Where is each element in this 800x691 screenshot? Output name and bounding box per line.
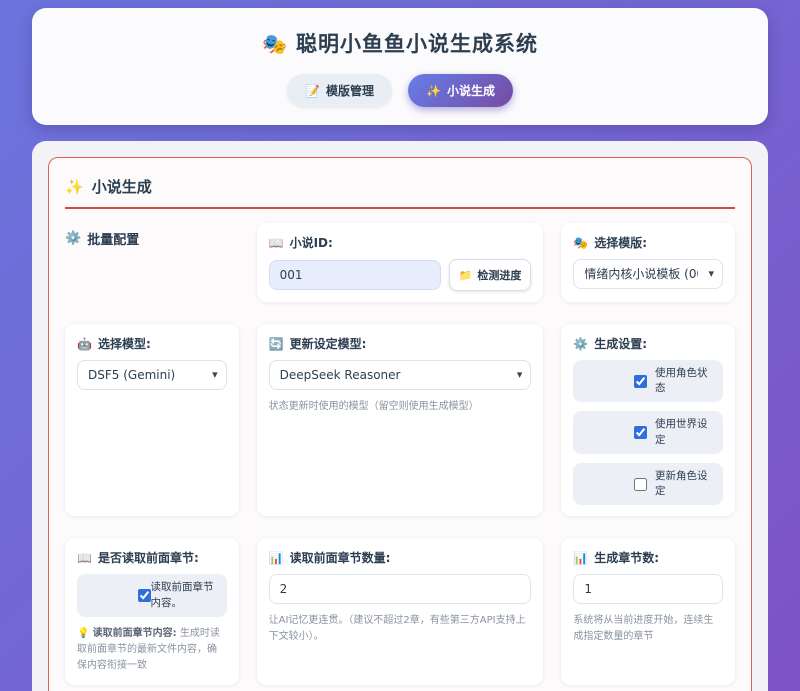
template-select-label: 🎭 选择模版: — [573, 234, 723, 251]
batch-config-heading-cell: ⚙️ 批量配置 — [65, 223, 239, 302]
previous-count-box: 📊 读取前面章节数量: 让AI记忆更连贯。（建议不超过2章，有些第三方API支持… — [257, 538, 544, 684]
template-select-wrap: 情绪内核小说模板 (002) ▾ — [573, 259, 723, 289]
novel-id-box: 📖 小说ID: 📁 检测进度 — [257, 223, 544, 302]
model-select-label-text: 选择模型: — [98, 335, 151, 352]
tab-template-label: 模版管理 — [326, 82, 374, 99]
novel-id-row: 📁 检测进度 — [269, 259, 532, 291]
use-character-status-row: 使用角色状态 — [573, 360, 723, 402]
memo-icon: 📝 — [305, 84, 320, 98]
robot-icon: 🤖 — [77, 337, 92, 351]
batch-config-heading: ⚙️ 批量配置 — [65, 223, 239, 248]
config-grid: ⚙️ 批量配置 📖 小说ID: 📁 检测进度 — [65, 223, 735, 685]
page: 🎭 聪明小鱼鱼小说生成系统 📝 模版管理 ✨ 小说生成 ✨ 小说生成 — [0, 0, 800, 691]
use-world-setting-checkbox[interactable] — [634, 426, 647, 439]
check-progress-label: 检测进度 — [477, 267, 521, 283]
main-tabs: 📝 模版管理 ✨ 小说生成 — [52, 74, 748, 107]
masks-icon: 🎭 — [262, 32, 288, 56]
read-previous-box: 📖 是否读取前面章节: 读取前面章节内容。 💡 读取前面章节内容: 生成时读取前… — [65, 538, 239, 684]
template-select-box: 🎭 选择模版: 情绪内核小说模板 (002) ▾ — [561, 223, 735, 302]
tab-novel-generation[interactable]: ✨ 小说生成 — [408, 74, 513, 107]
update-model-box: 🔄 更新设定模型: DeepSeek Reasoner ▾ 状态更新时使用的模型… — [257, 324, 544, 516]
novel-id-input[interactable] — [269, 260, 441, 290]
model-select-box: 🤖 选择模型: DSF5 (Gemini) ▾ — [65, 324, 239, 516]
previous-count-label-text: 读取前面章节数量: — [290, 549, 391, 566]
content-area: ✨ 小说生成 ⚙️ 批量配置 📖 小说ID: — [32, 141, 768, 691]
sparkles-icon: ✨ — [65, 178, 84, 196]
gear-icon: ⚙️ — [65, 231, 81, 246]
update-model-select-wrap: DeepSeek Reasoner ▾ — [269, 360, 532, 390]
use-character-status-label: 使用角色状态 — [655, 366, 713, 396]
template-select-label-text: 选择模版: — [594, 234, 647, 251]
previous-count-input[interactable] — [269, 574, 532, 604]
lightbulb-icon: 💡 — [77, 628, 89, 639]
tab-template-management[interactable]: 📝 模版管理 — [287, 74, 392, 107]
generation-settings-label-text: 生成设置: — [594, 335, 647, 352]
generation-settings-label: ⚙️ 生成设置: — [573, 335, 723, 352]
chapter-count-hint: 系统将从当前进度开始，连续生成指定数量的章节 — [573, 613, 723, 645]
read-previous-row: 读取前面章节内容。 — [77, 574, 227, 616]
read-previous-checkbox[interactable] — [138, 589, 151, 602]
update-character-setting-checkbox[interactable] — [634, 478, 647, 491]
gear-icon: ⚙️ — [573, 337, 588, 351]
previous-count-hint: 让AI记忆更连贯。（建议不超过2章，有些第三方API支持上下文较小）。 — [269, 613, 532, 645]
chapter-count-input[interactable] — [573, 574, 723, 604]
update-model-select[interactable]: DeepSeek Reasoner — [269, 360, 532, 390]
read-previous-hint-title: 读取前面章节内容: — [93, 628, 177, 639]
sparkles-icon: ✨ — [426, 84, 441, 98]
folder-icon: 📁 — [459, 269, 473, 282]
previous-count-label: 📊 读取前面章节数量: — [269, 549, 532, 566]
generation-settings-box: ⚙️ 生成设置: 使用角色状态 使用世界设定 更新角色设定 — [561, 324, 735, 516]
app-header: 🎭 聪明小鱼鱼小说生成系统 📝 模版管理 ✨ 小说生成 — [32, 8, 768, 125]
update-character-setting-row: 更新角色设定 — [573, 463, 723, 505]
novel-id-label-text: 小说ID: — [290, 234, 333, 251]
update-character-setting-label: 更新角色设定 — [655, 469, 713, 499]
bar-chart-icon: 📊 — [269, 551, 284, 565]
model-select[interactable]: DSF5 (Gemini) — [77, 360, 227, 390]
novel-id-label: 📖 小说ID: — [269, 234, 532, 251]
bar-chart-icon: 📊 — [573, 551, 588, 565]
use-world-setting-label: 使用世界设定 — [655, 417, 713, 447]
refresh-icon: 🔄 — [269, 337, 284, 351]
use-character-status-checkbox[interactable] — [634, 375, 647, 388]
read-previous-hint: 💡 读取前面章节内容: 生成时读取前面章节的最新文件内容，确保内容衔接一致 — [77, 626, 227, 674]
book-icon: 📖 — [77, 551, 92, 565]
batch-config-label: 批量配置 — [87, 229, 139, 248]
section-title-text: 小说生成 — [92, 176, 152, 197]
model-select-label: 🤖 选择模型: — [77, 335, 227, 352]
read-previous-label: 📖 是否读取前面章节: — [77, 549, 227, 566]
chapter-count-label: 📊 生成章节数: — [573, 549, 723, 566]
masks-icon: 🎭 — [573, 236, 588, 250]
chapter-count-box: 📊 生成章节数: 系统将从当前进度开始，连续生成指定数量的章节 — [561, 538, 735, 684]
chapter-count-label-text: 生成章节数: — [594, 549, 659, 566]
book-icon: 📖 — [269, 236, 284, 250]
update-model-hint: 状态更新时使用的模型（留空则使用生成模型） — [269, 399, 532, 415]
novel-generation-panel: ✨ 小说生成 ⚙️ 批量配置 📖 小说ID: — [48, 157, 752, 691]
update-model-label: 🔄 更新设定模型: — [269, 335, 532, 352]
tab-novel-label: 小说生成 — [447, 82, 495, 99]
template-select[interactable]: 情绪内核小说模板 (002) — [573, 259, 723, 289]
update-model-label-text: 更新设定模型: — [290, 335, 367, 352]
section-title: ✨ 小说生成 — [65, 172, 735, 209]
app-title: 🎭 聪明小鱼鱼小说生成系统 — [52, 28, 748, 58]
use-world-setting-row: 使用世界设定 — [573, 411, 723, 453]
check-progress-button[interactable]: 📁 检测进度 — [449, 259, 532, 291]
app-title-text: 聪明小鱼鱼小说生成系统 — [296, 32, 538, 56]
model-select-wrap: DSF5 (Gemini) ▾ — [77, 360, 227, 390]
read-previous-label-text: 是否读取前面章节: — [98, 549, 199, 566]
read-previous-option-label: 读取前面章节内容。 — [151, 580, 217, 610]
